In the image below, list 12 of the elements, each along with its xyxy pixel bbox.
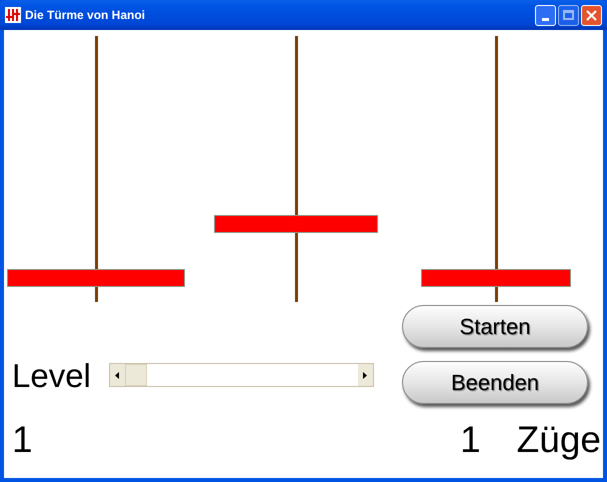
minimize-button[interactable] [535,4,556,26]
action-button[interactable]: Starten [402,305,588,348]
close-button[interactable] [581,4,602,26]
level-value: 1 [12,418,33,462]
window-title: Die Türme von Hanoi [25,7,146,24]
moves-label: Züge [516,418,601,462]
close-icon [586,10,597,20]
towers-icon [5,7,21,23]
level-label: Level [12,358,91,392]
move-count: 1 [460,418,481,462]
maximize-button[interactable] [558,4,579,26]
action-button[interactable]: Beenden [402,361,588,404]
